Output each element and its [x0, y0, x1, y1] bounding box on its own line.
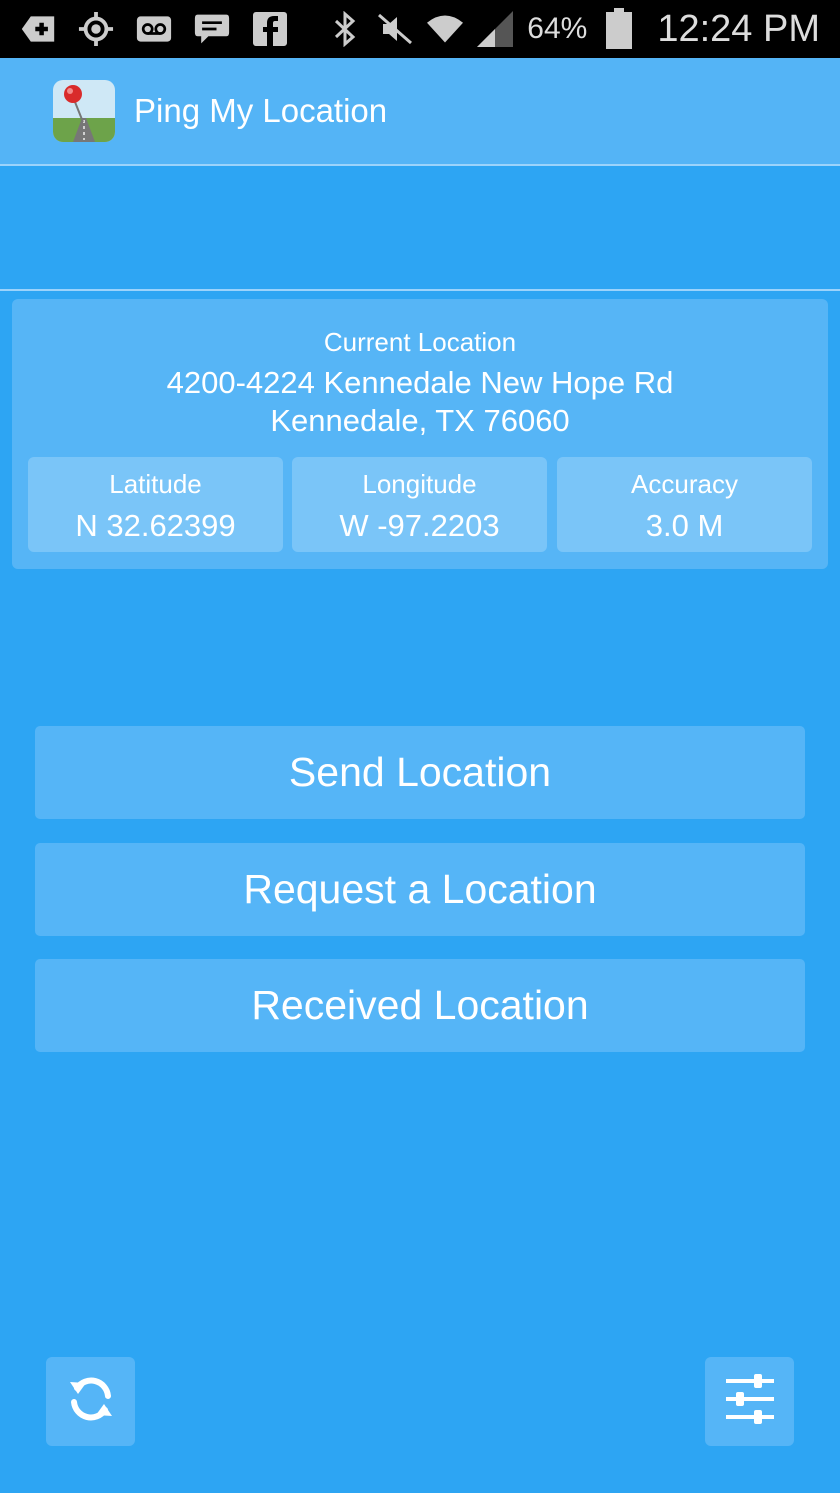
address-line-1: 4200-4224 Kennedale New Hope Rd	[166, 365, 674, 400]
app-title: Ping My Location	[134, 92, 388, 129]
refresh-button[interactable]	[46, 1357, 135, 1446]
message-icon	[194, 11, 230, 47]
status-bar: 64% 12:24 PM	[0, 0, 840, 58]
send-location-button[interactable]: Send Location	[35, 726, 805, 819]
battery-icon	[601, 8, 637, 49]
longitude-cell: Longitude W -97.2203	[292, 457, 547, 552]
latitude-cell: Latitude N 32.62399	[28, 457, 283, 552]
bluetooth-icon	[327, 11, 363, 47]
received-location-button[interactable]: Received Location	[35, 959, 805, 1052]
latitude-label: Latitude	[109, 469, 202, 499]
refresh-icon	[66, 1374, 116, 1429]
accuracy-value: 3.0 M	[645, 508, 724, 543]
latitude-value: N 32.62399	[75, 508, 236, 543]
signal-icon	[477, 11, 514, 47]
mute-icon	[377, 11, 413, 47]
facebook-icon	[252, 11, 288, 47]
settings-button[interactable]	[705, 1357, 794, 1446]
longitude-label: Longitude	[362, 469, 477, 499]
add-icon	[20, 11, 56, 47]
accuracy-cell: Accuracy 3.0 M	[557, 457, 812, 552]
divider	[0, 289, 840, 291]
sliders-icon	[724, 1373, 776, 1430]
clock: 12:24 PM	[657, 7, 820, 50]
wifi-icon	[427, 11, 464, 47]
location-card: Current Location 4200-4224 Kennedale New…	[12, 299, 828, 569]
current-location-label: Current Location	[323, 327, 517, 357]
map-pin-app-icon[interactable]	[53, 80, 115, 142]
battery-percent: 64%	[527, 12, 588, 45]
request-location-button[interactable]: Request a Location	[35, 843, 805, 936]
longitude-value: W -97.2203	[339, 508, 500, 543]
gps-icon	[78, 11, 114, 47]
accuracy-label: Accuracy	[631, 469, 738, 499]
voicemail-icon	[136, 11, 172, 47]
address-line-2: Kennedale, TX 76060	[270, 403, 570, 438]
app-bar: Ping My Location	[0, 58, 840, 166]
